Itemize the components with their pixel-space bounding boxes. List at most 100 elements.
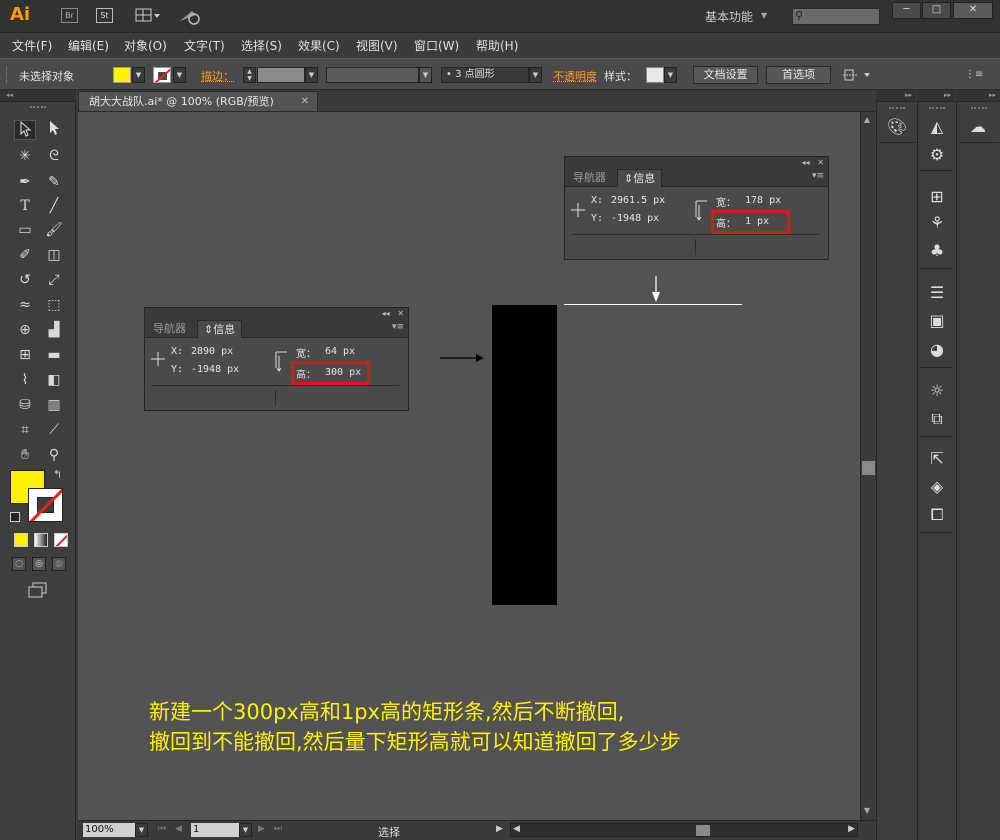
eraser-icon[interactable]: ◫ [43,245,65,265]
close-button[interactable]: ✕ [953,2,993,19]
rotate-icon[interactable]: ↺ [14,270,36,290]
free-transform-icon[interactable]: ⬚ [43,295,65,315]
document-setup-button[interactable]: 文档设置 [693,66,758,84]
menu-select[interactable]: 选择(S) [241,37,282,54]
column-graph-icon[interactable]: ▥ [43,395,65,415]
fill-dropdown[interactable]: ▼ [132,67,145,83]
scroll-down-icon[interactable]: ▼ [864,806,870,815]
panel-menu-icon[interactable]: ▾≡ [392,322,404,332]
draw-normal-icon[interactable]: ◌ [12,557,26,571]
scroll-up-icon[interactable]: ▲ [864,115,870,124]
mesh-icon[interactable]: ⊞ [14,345,36,365]
menu-view[interactable]: 视图(V) [356,37,398,54]
close-icon[interactable]: ✕ [301,92,309,111]
tab-info[interactable]: ⇕信息 [197,320,243,338]
panel-menu-icon[interactable]: ▾≡ [812,171,824,181]
brush-definition[interactable]: • 3 点圆形 [441,67,529,83]
stroke-color-swatch[interactable] [153,67,171,83]
zoom-dropdown[interactable]: ▼ [135,823,148,837]
scroll-thumb[interactable] [696,825,710,836]
style-dropdown[interactable]: ▼ [664,67,677,83]
stroke-panel-icon[interactable]: ☰ [926,282,948,304]
stroke-dropdown[interactable]: ▼ [173,67,186,83]
workspace-switcher[interactable]: 基本功能 [705,8,753,25]
panel-collapse-icon[interactable]: ▸▸ [876,90,916,102]
menu-type[interactable]: 文字(T) [184,37,225,54]
brushes-icon[interactable]: ⚘ [926,212,948,234]
swap-colors-icon[interactable]: ↰ [53,468,62,481]
search-field[interactable]: ⚲ [792,8,880,25]
stock-button[interactable]: St [96,8,113,23]
zoom-icon[interactable]: ⚲ [43,445,65,465]
chevron-down-icon[interactable]: ▼ [761,11,767,20]
tab-navigator[interactable]: 导航器 [567,169,612,187]
chart-icon[interactable]: ▟ [43,320,65,340]
hand-icon[interactable]: ✋︎ [14,445,36,465]
menu-edit[interactable]: 编辑(E) [68,37,109,54]
fill-color-swatch[interactable] [113,67,131,83]
tab-navigator[interactable]: 导航器 [147,320,192,338]
preferences-button[interactable]: 首选项 [766,66,831,84]
scroll-left-icon[interactable]: ◀ [513,824,520,834]
width-icon[interactable]: ≈ [14,295,36,315]
pen-icon[interactable]: ✒ [14,172,36,192]
tab-info[interactable]: ⇕信息 [617,169,663,187]
stroke-label[interactable]: 描边： [201,68,234,84]
magic-wand-icon[interactable]: ✳ [14,146,36,166]
swatches-icon[interactable]: ⊞ [926,186,948,208]
arrange-documents-icon[interactable] [135,8,161,23]
gradient-panel-icon[interactable]: ▣ [926,310,948,332]
document-tab[interactable]: 胡大大战队.ai* @ 100% (RGB/预览) ✕ [78,91,318,112]
rectangle-icon[interactable]: ▭ [14,220,36,240]
toolbox-collapse-icon[interactable]: ◂◂ [0,90,76,102]
color-themes-icon[interactable]: ⚙ [926,144,948,166]
line-icon[interactable]: ╱ [43,196,65,216]
color-guide-icon[interactable]: 🎨︎ [886,116,908,138]
maximize-button[interactable]: □ [922,2,951,19]
last-artboard-icon[interactable]: ⏭ [274,824,282,834]
shape-builder-icon[interactable]: ⊕ [14,320,36,340]
menu-effect[interactable]: 效果(C) [298,37,340,54]
panel-menu-icon[interactable]: ⋮≡ [965,69,983,80]
artboard-icon[interactable]: ⌗ [14,420,36,440]
opacity-label[interactable]: 不透明度 [553,68,597,84]
export-icon[interactable]: ⇱ [926,448,948,470]
graphic-styles-icon[interactable]: ⧉ [926,408,948,430]
lasso-icon[interactable]: ᘓ [43,146,65,166]
scale-icon[interactable]: ⤢ [43,270,65,290]
scroll-thumb[interactable] [862,461,875,475]
stroke-color-box[interactable] [28,488,63,522]
curvature-icon[interactable]: ✎ [43,172,65,192]
type-icon[interactable]: T [14,196,36,216]
minimize-button[interactable]: ─ [892,2,921,19]
none-mode-button[interactable] [54,533,68,547]
status-menu-icon[interactable]: ▶ [496,824,503,834]
color-panel-icon[interactable]: ◭ [926,116,948,138]
artboards-icon[interactable]: ⧠ [926,504,948,526]
symbols-icon[interactable]: ♣ [926,240,948,262]
screen-mode-icon[interactable] [28,582,48,598]
draw-inside-icon[interactable]: ◍ [52,557,66,571]
panel-collapse-icon[interactable]: ▸▸ [956,90,1000,102]
brush-dropdown[interactable]: ▼ [529,67,542,83]
stroke-weight-stepper[interactable]: ▲ ▼ [243,67,256,83]
menu-window[interactable]: 窗口(W) [414,37,459,54]
eyedropper-icon[interactable]: ⌇ [14,370,36,390]
blob-brush-icon[interactable]: ✐ [14,245,36,265]
align-icon[interactable] [843,67,873,83]
symbol-sprayer-icon[interactable]: ⛁ [14,395,36,415]
gpu-performance-icon[interactable] [178,7,202,25]
artboard-number-field[interactable]: 1 [191,823,239,837]
menu-object[interactable]: 对象(O) [124,37,167,54]
default-colors-icon[interactable] [10,512,20,522]
zoom-field[interactable]: 100% [83,823,135,837]
creative-cloud-libraries-icon[interactable]: ☁ [967,116,989,138]
vertical-scrollbar[interactable]: ▲ ▼ [860,112,876,820]
next-artboard-icon[interactable]: ▶ [258,824,265,834]
slice-icon[interactable]: ⟋ [43,420,65,440]
transparency-icon[interactable]: ◕ [926,339,948,361]
direct-selection-tool-icon[interactable] [43,120,65,140]
gradient-mode-button[interactable] [34,533,48,547]
menu-file[interactable]: 文件(F) [12,37,52,54]
panel-collapse-icon[interactable]: ▸▸ [917,90,955,102]
